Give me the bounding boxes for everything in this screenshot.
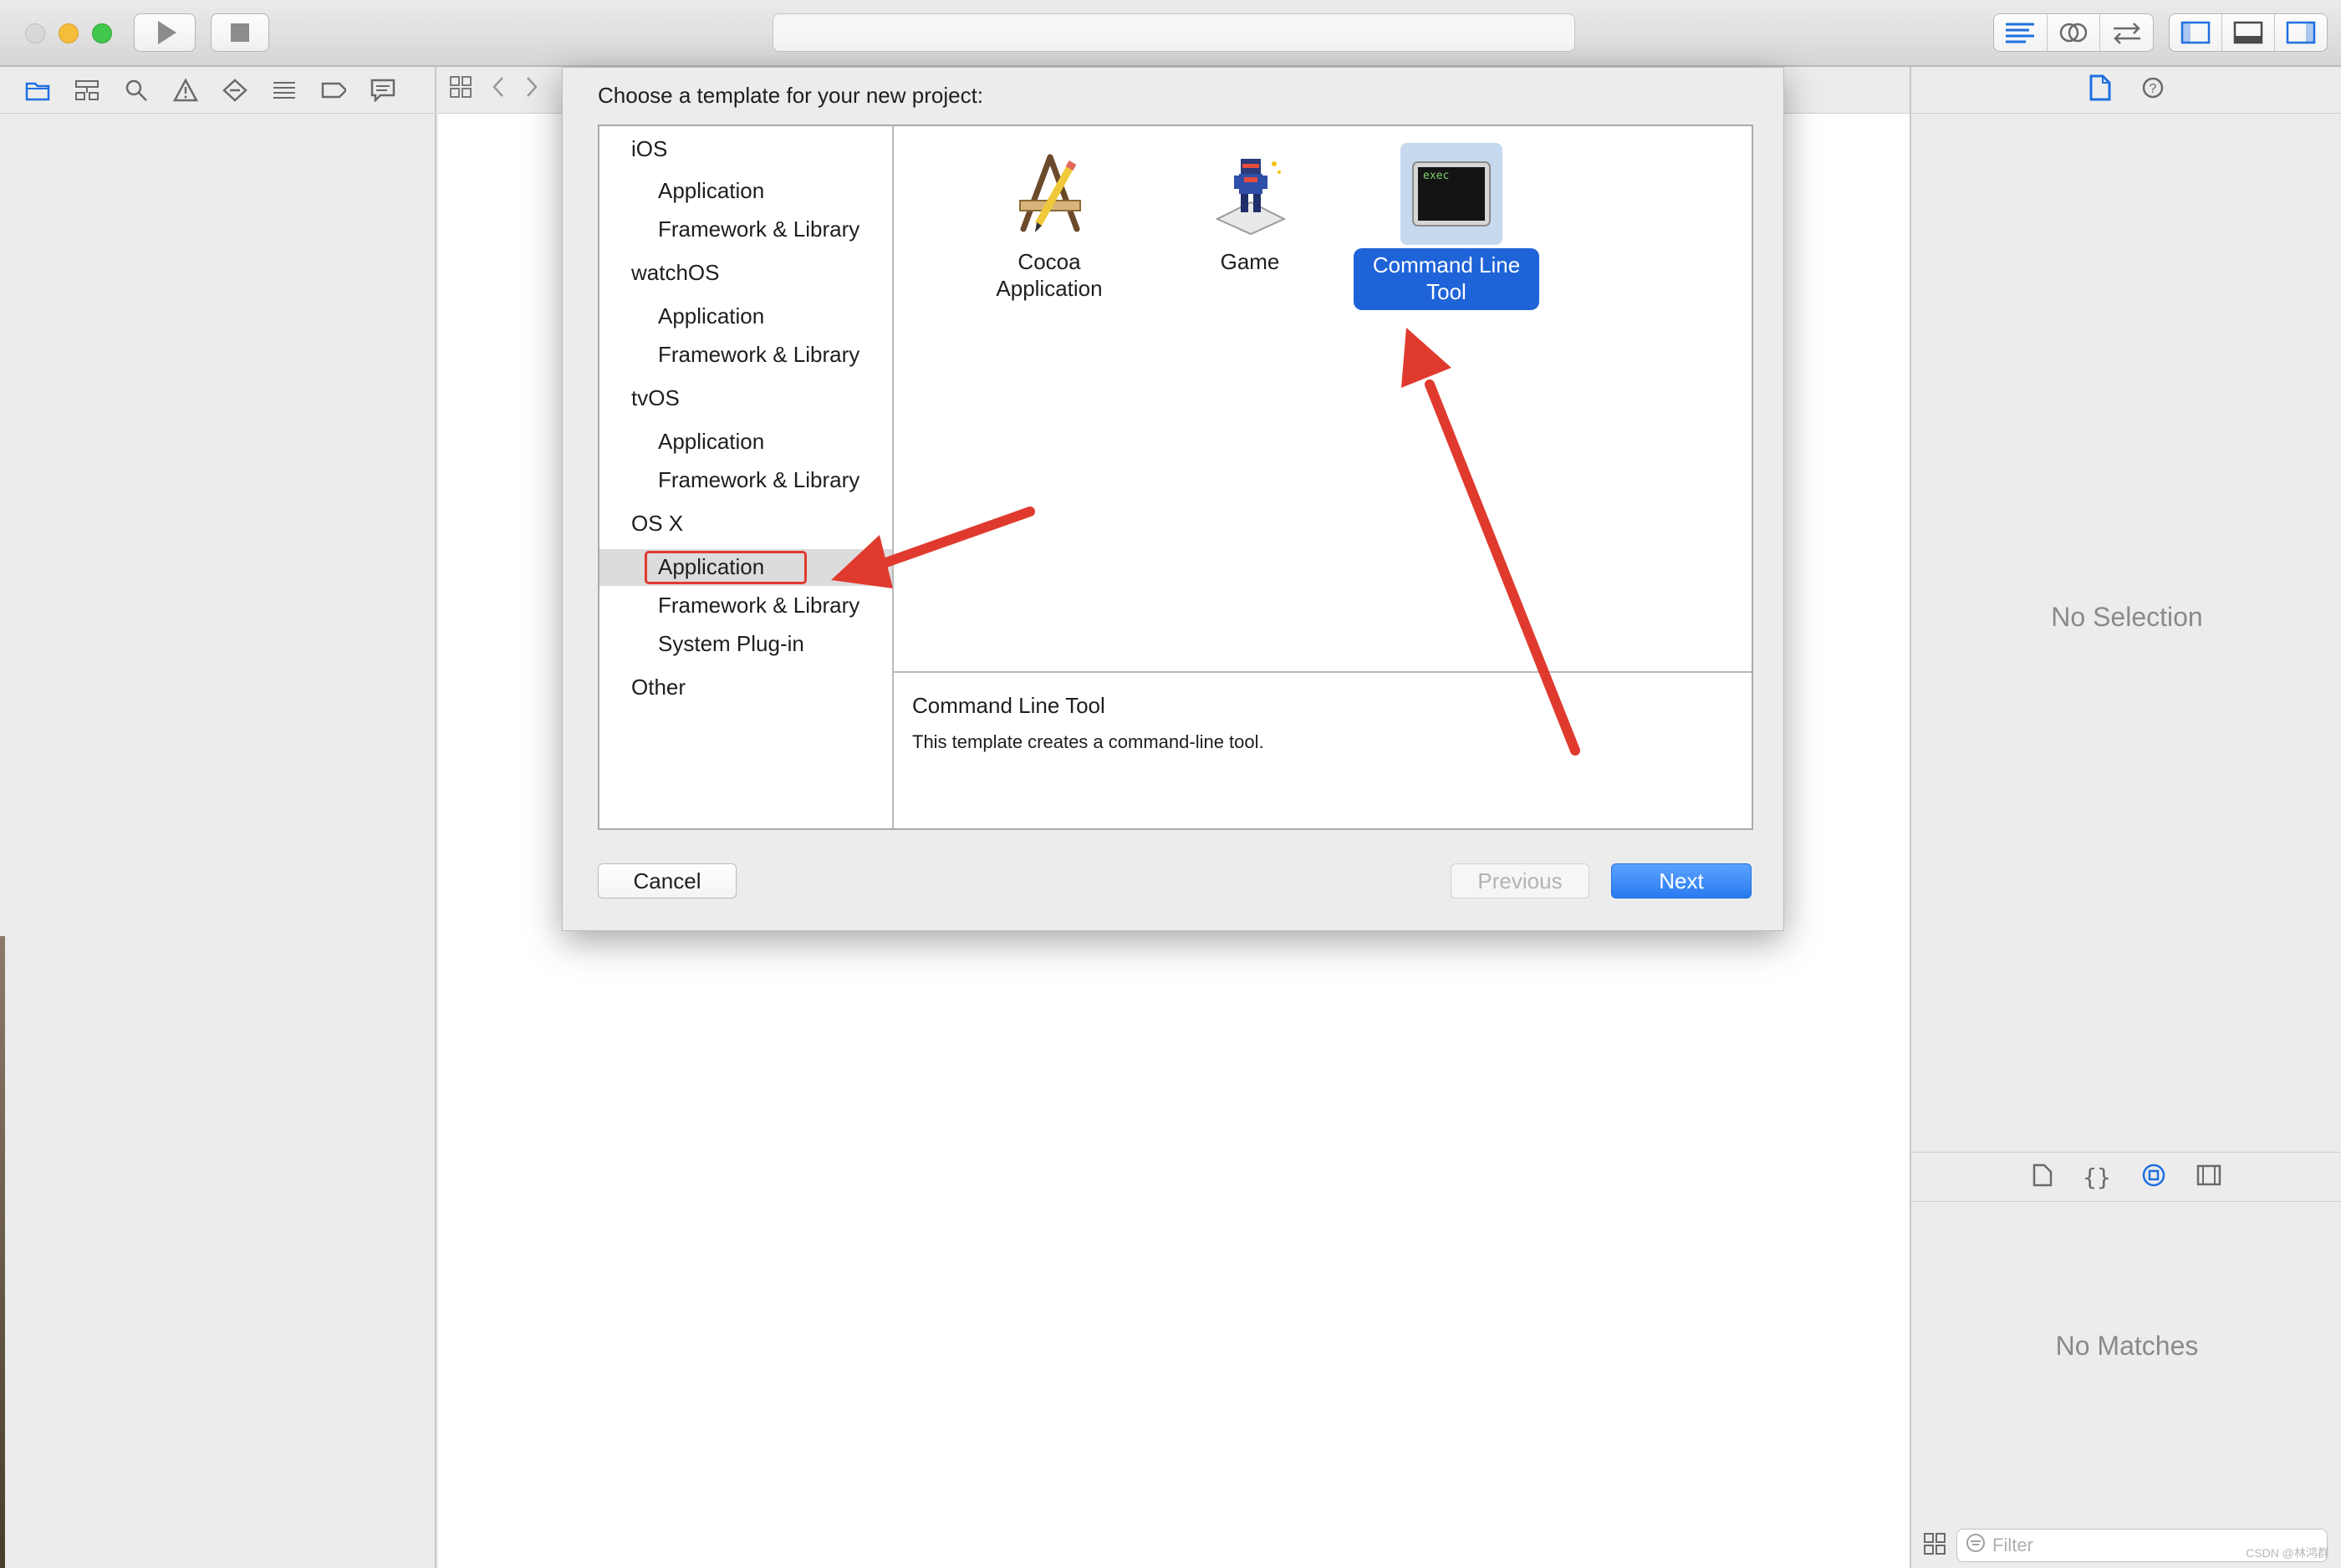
window-toolbar (0, 0, 2341, 67)
previous-button[interactable]: Previous (1451, 863, 1589, 899)
run-button[interactable] (134, 13, 196, 52)
filter-placeholder: Filter (1992, 1535, 2033, 1555)
debug-area-toggle-icon (2233, 21, 2263, 44)
category-watchos-framework[interactable]: Framework & Library (658, 342, 859, 368)
standard-editor-icon (2006, 23, 2035, 43)
standard-editor-button[interactable] (1994, 14, 2048, 51)
media-library-icon[interactable] (2196, 1164, 2221, 1190)
search-icon[interactable] (124, 78, 149, 103)
category-osx-framework[interactable]: Framework & Library (658, 593, 859, 619)
navigator-toggle-icon (2180, 21, 2211, 44)
activity-viewer (773, 13, 1575, 52)
template-grid: Cocoa Application Game exec Command Line… (894, 126, 1752, 671)
debug-icon[interactable] (272, 78, 297, 103)
category-tvos-framework[interactable]: Framework & Library (658, 467, 859, 493)
watermark-text: CSDN @林鸿群 (2246, 1546, 2329, 1560)
svg-text:?: ? (2150, 82, 2157, 96)
utilities-toggle-button[interactable] (2275, 14, 2327, 51)
breakpoint-icon[interactable] (321, 78, 346, 103)
file-inspector-icon[interactable] (2089, 74, 2111, 105)
folder-icon[interactable] (25, 78, 50, 103)
related-items-icon[interactable] (448, 74, 473, 106)
navigator-tab-bar (0, 67, 436, 114)
back-chevron-icon[interactable] (490, 74, 507, 106)
sheet-title: Choose a template for your new project: (598, 83, 984, 108)
debug-area-toggle-button[interactable] (2222, 14, 2275, 51)
quick-help-icon[interactable]: ? (2141, 76, 2165, 104)
category-watchos-application[interactable]: Application (658, 303, 764, 329)
view-toggle-control (2169, 13, 2328, 52)
code-snippet-library-icon[interactable]: {} (2083, 1163, 2111, 1191)
file-template-library-icon[interactable] (2032, 1163, 2053, 1191)
category-ios-application[interactable]: Application (658, 178, 764, 204)
no-selection-label: No Selection (2051, 602, 2203, 632)
template-description: Command Line Tool This template creates … (894, 671, 1752, 828)
version-editor-icon (2113, 23, 2140, 44)
utilities-area: ? No Selection {} No Matches Filter CSDN… (1910, 67, 2341, 1568)
utilities-toggle-icon (2286, 21, 2316, 44)
close-window-button[interactable] (25, 23, 45, 43)
category-list: iOS Application Framework & Library watc… (599, 126, 894, 828)
template-command-line-tool-label: Command Line Tool (1354, 248, 1539, 310)
zoom-window-button[interactable] (92, 23, 112, 43)
inspector-tab-bar: ? (1911, 67, 2341, 114)
object-library-icon[interactable] (2141, 1163, 2166, 1192)
category-ios-framework[interactable]: Framework & Library (658, 216, 859, 242)
grid-view-icon[interactable] (1923, 1532, 1946, 1560)
assistant-editor-icon (2059, 23, 2088, 43)
library-tab-bar: {} (1911, 1152, 2341, 1202)
report-icon[interactable] (370, 78, 395, 103)
navigator-toggle-button[interactable] (2170, 14, 2222, 51)
category-osx-system-plugin[interactable]: System Plug-in (658, 631, 804, 657)
no-matches-label: No Matches (2055, 1331, 2199, 1361)
stop-icon (231, 23, 249, 42)
hierarchy-icon[interactable] (74, 78, 99, 103)
next-button[interactable]: Next (1611, 863, 1752, 899)
minimize-window-button[interactable] (59, 23, 79, 43)
game-icon (1200, 143, 1302, 245)
description-title: Command Line Tool (912, 693, 1105, 718)
assistant-editor-button[interactable] (2048, 14, 2101, 51)
navigator-area (0, 67, 436, 1568)
terminal-icon-text: exec (1423, 170, 1449, 182)
cocoa-app-icon (999, 143, 1101, 245)
category-other[interactable]: Other (631, 675, 686, 700)
forward-chevron-icon[interactable] (523, 74, 540, 106)
desktop-edge (0, 936, 5, 1568)
filter-icon (1966, 1533, 1986, 1558)
cancel-button[interactable]: Cancel (598, 863, 737, 899)
category-tvos[interactable]: tvOS (631, 385, 680, 411)
version-editor-button[interactable] (2100, 14, 2153, 51)
category-osx[interactable]: OS X (631, 511, 683, 537)
category-watchos[interactable]: watchOS (631, 260, 720, 286)
annotation-highlight-box (645, 551, 807, 584)
editor-mode-control (1993, 13, 2154, 52)
template-game-label: Game (1220, 249, 1280, 274)
play-icon (158, 21, 176, 44)
test-icon[interactable] (222, 78, 247, 103)
new-project-sheet: Choose a template for your new project: … (562, 67, 1784, 931)
description-text: This template creates a command-line too… (912, 731, 1264, 752)
warning-icon[interactable] (173, 78, 198, 103)
category-ios[interactable]: iOS (631, 136, 667, 162)
template-chooser: iOS Application Framework & Library watc… (598, 125, 1753, 830)
stop-button[interactable] (211, 13, 269, 52)
terminal-icon: exec (1400, 143, 1502, 245)
template-cocoa-application-label: Cocoa Application (996, 249, 1103, 301)
category-tvos-application[interactable]: Application (658, 429, 764, 455)
